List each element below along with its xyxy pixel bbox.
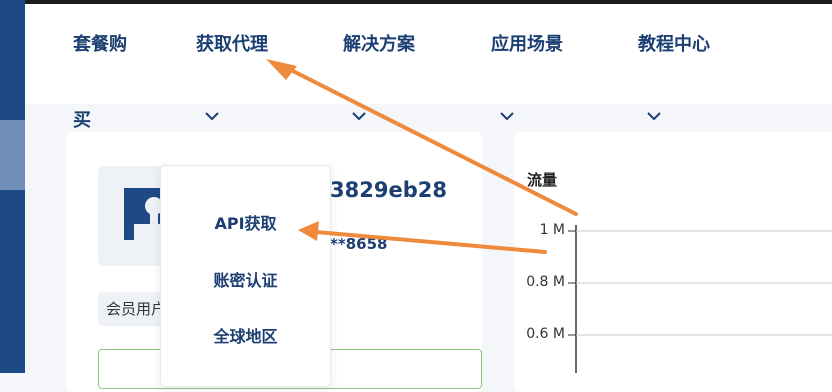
arrow-head-icon — [298, 221, 319, 241]
chart-and-annotations — [266, 59, 832, 373]
arrow-head-icon — [266, 59, 297, 80]
annotation-arrow — [314, 230, 547, 254]
annotation-arrow — [281, 64, 578, 216]
